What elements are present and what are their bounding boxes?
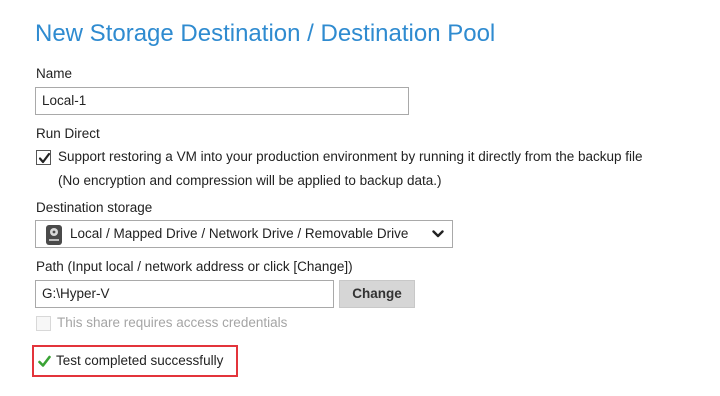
test-status-box: Test completed successfully xyxy=(32,345,238,377)
drive-icon xyxy=(46,225,62,245)
run-direct-label: Run Direct xyxy=(36,126,100,141)
destination-storage-label: Destination storage xyxy=(36,200,153,215)
page-title: New Storage Destination / Destination Po… xyxy=(35,20,496,47)
path-label: Path (Input local / network address or c… xyxy=(36,259,353,274)
destination-storage-value: Local / Mapped Drive / Network Drive / R… xyxy=(70,226,409,241)
name-input[interactable]: Local-1 xyxy=(35,87,409,115)
chevron-down-icon xyxy=(432,230,444,238)
run-direct-note: (No encryption and compression will be a… xyxy=(58,173,442,188)
credentials-checkbox[interactable] xyxy=(36,316,51,331)
credentials-text: This share requires access credentials xyxy=(57,315,288,330)
destination-storage-select[interactable]: Local / Mapped Drive / Network Drive / R… xyxy=(35,220,453,248)
checkmark-icon xyxy=(38,152,51,164)
check-icon xyxy=(38,355,51,367)
run-direct-checkbox-text: Support restoring a VM into your product… xyxy=(58,149,643,164)
change-button[interactable]: Change xyxy=(339,280,415,308)
name-label: Name xyxy=(36,66,73,81)
path-input[interactable]: G:\Hyper-V xyxy=(35,280,334,308)
run-direct-checkbox[interactable] xyxy=(36,150,51,165)
test-status-text: Test completed successfully xyxy=(56,353,224,368)
